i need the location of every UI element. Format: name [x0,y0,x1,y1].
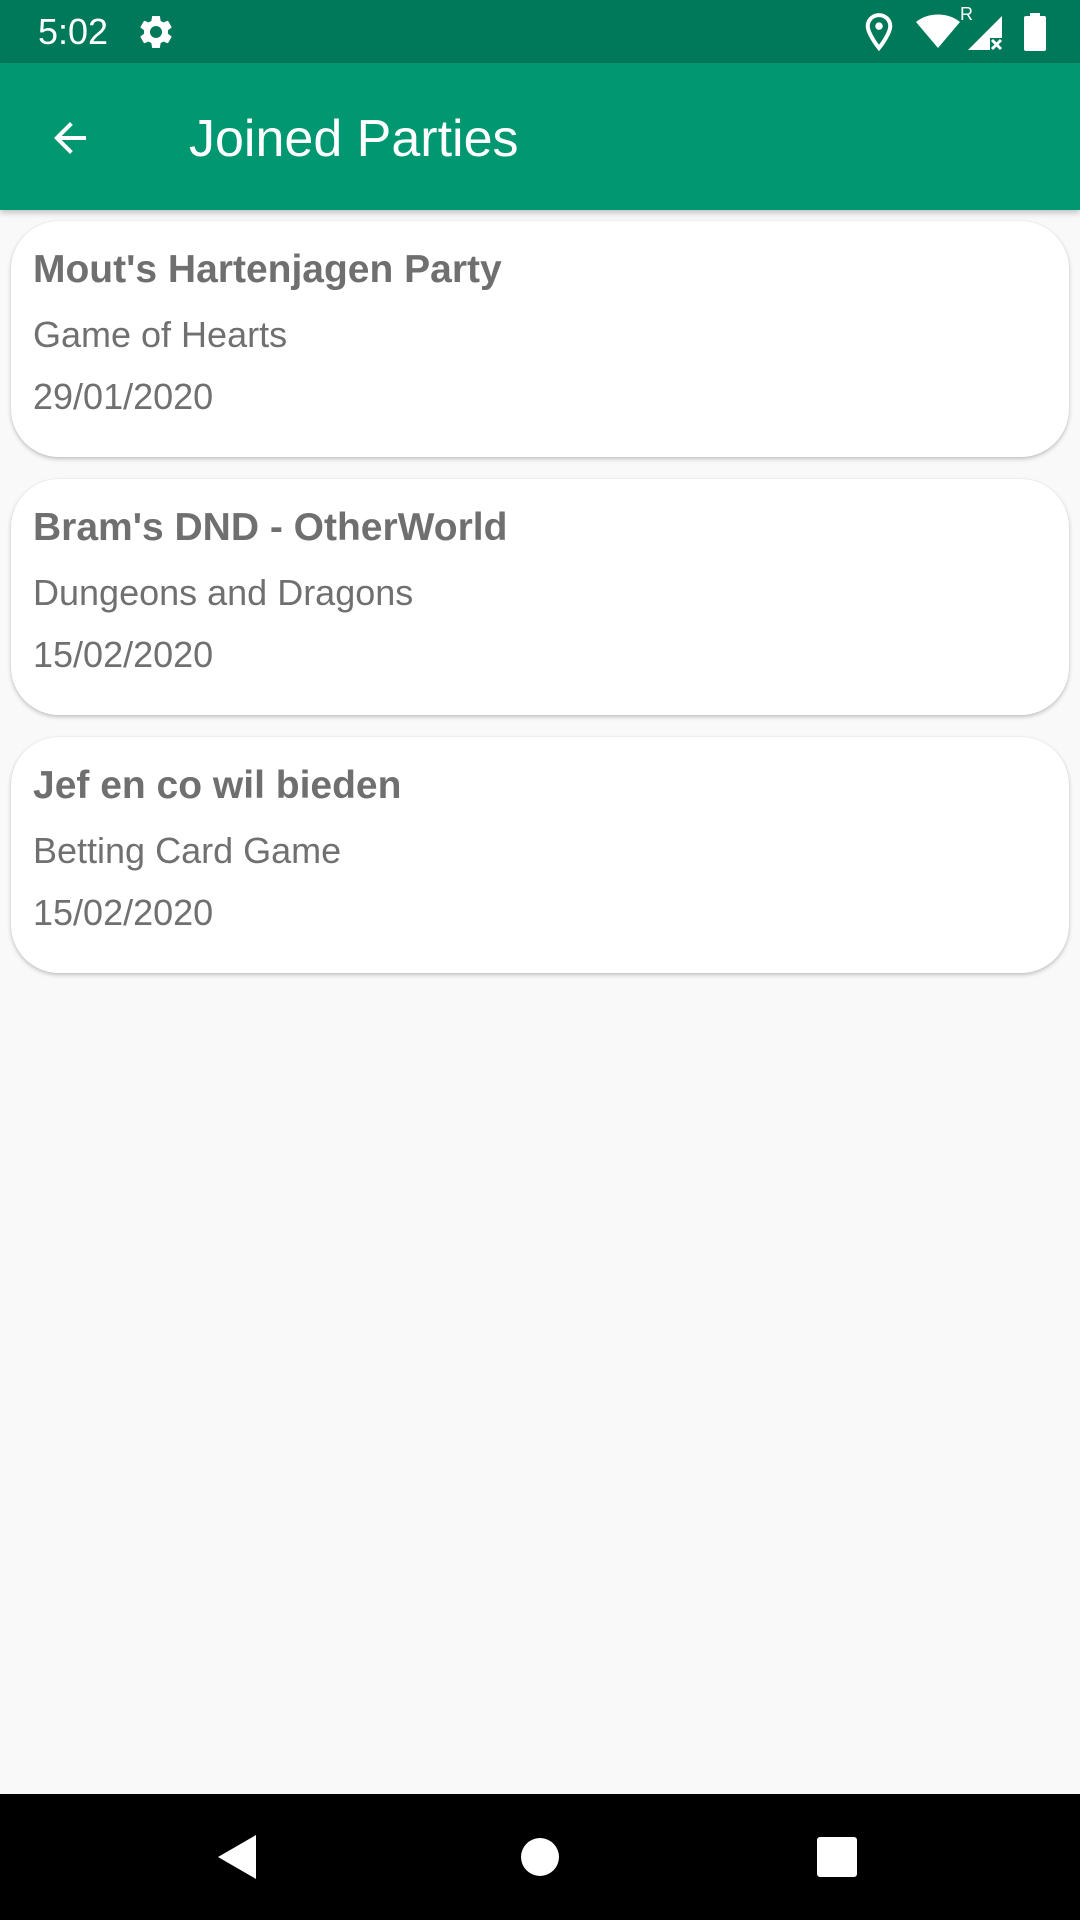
back-triangle-icon [216,1833,260,1886]
wifi-icon [916,14,960,50]
party-name: Mout's Hartenjagen Party [33,248,502,291]
party-name: Bram's DND - OtherWorld [33,506,508,549]
location-icon [864,12,894,52]
battery-icon [1024,13,1046,51]
settings-icon [136,12,176,52]
back-button[interactable] [38,108,102,172]
signal-roaming-icon: R [960,4,1004,52]
party-game: Dungeons and Dragons [33,572,414,613]
nav-recents-button[interactable] [802,1824,872,1894]
party-game: Betting Card Game [33,830,342,871]
party-card[interactable]: Bram's DND - OtherWorld Dungeons and Dra… [11,479,1069,715]
home-circle-icon [520,1837,560,1882]
page-title: Joined Parties [189,110,519,168]
nav-home-button[interactable] [505,1824,575,1894]
party-game: Game of Hearts [33,314,288,355]
recents-square-icon [817,1836,857,1882]
navigation-bar [0,1794,1080,1920]
arrow-back-icon [46,114,94,167]
status-time: 5:02 [38,11,109,52]
party-name: Jef en co wil bieden [33,764,402,807]
nav-back-button[interactable] [203,1824,273,1894]
app-bar: Joined Parties [0,63,1080,210]
party-date: 29/01/2020 [33,376,214,417]
party-date: 15/02/2020 [33,892,214,933]
status-icons: R [864,4,1046,54]
party-card[interactable]: Jef en co wil bieden Betting Card Game 1… [11,737,1069,973]
party-date: 15/02/2020 [33,634,214,675]
status-bar: 5:02 R [0,0,1080,63]
party-card[interactable]: Mout's Hartenjagen Party Game of Hearts … [11,221,1069,457]
